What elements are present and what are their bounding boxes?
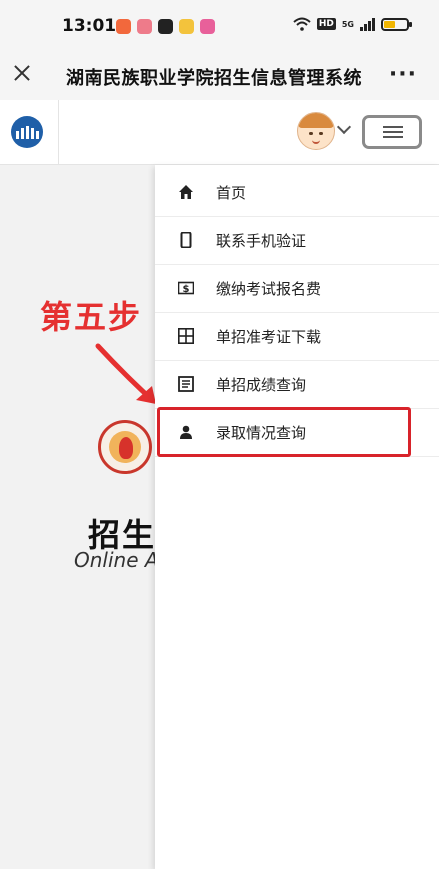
menu-item-label: 单招准考证下载: [216, 328, 322, 346]
menu-item-pay-fee[interactable]: $ 缴纳考试报名费: [155, 265, 439, 313]
menu-item-label: 单招成绩查询: [216, 376, 307, 394]
header-divider: [58, 100, 59, 164]
site-header: [0, 100, 439, 165]
dollar-icon: $: [178, 281, 194, 295]
chevron-down-icon[interactable]: [336, 119, 352, 135]
close-icon[interactable]: [10, 61, 34, 85]
notification-app-icon-5: [200, 19, 215, 34]
home-icon: [179, 185, 193, 199]
notification-app-icon-3: [158, 19, 173, 34]
signal-icon: [360, 17, 375, 31]
menu-toggle-button[interactable]: [362, 115, 422, 149]
more-options-button[interactable]: ···: [389, 62, 417, 87]
title-bar: 湖南民族职业学院招生信息管理系统 ···: [0, 50, 439, 100]
menu-item-label: 联系手机验证: [216, 232, 307, 250]
menu-item-label: 首页: [216, 184, 247, 202]
svg-text:$: $: [183, 284, 190, 295]
menu-item-home[interactable]: 首页: [155, 169, 439, 217]
phone-icon: [180, 232, 192, 248]
page-title: 湖南民族职业学院招生信息管理系统: [66, 68, 362, 89]
notification-app-icon-1: [116, 19, 131, 34]
menu-item-phone-verify[interactable]: 联系手机验证: [155, 217, 439, 265]
menu-item-admission-query[interactable]: 录取情况查询: [155, 407, 439, 457]
menu-item-label: 缴纳考试报名费: [216, 280, 322, 298]
user-avatar[interactable]: [297, 112, 335, 150]
status-time: 13:01: [62, 16, 117, 36]
network-type-label: 5G: [341, 19, 354, 29]
wifi-icon: [293, 17, 311, 31]
menu-item-score-query[interactable]: 单招成绩查询: [155, 361, 439, 409]
step-annotation: 第五步: [40, 298, 143, 336]
school-emblem-icon: [98, 420, 152, 474]
notification-app-icon-2: [137, 19, 152, 34]
menu-item-label: 录取情况查询: [216, 424, 307, 442]
school-logo-icon[interactable]: [11, 116, 43, 148]
background-page-subtitle: Online A: [74, 548, 159, 572]
document-icon: [178, 376, 194, 392]
notification-app-icon-4: [179, 19, 194, 34]
navigation-dropdown: 首页 联系手机验证 $ 缴纳考试报名费 单招准考证下载 单招成绩查询 录取情况查…: [155, 165, 439, 869]
status-bar: 13:01 HD 5G: [0, 0, 439, 50]
person-icon: [180, 425, 192, 439]
hd-badge: HD: [316, 18, 336, 30]
battery-icon: [381, 17, 412, 31]
grid-icon: [178, 328, 194, 344]
menu-item-admission-ticket[interactable]: 单招准考证下载: [155, 313, 439, 361]
system-icons: HD 5G: [293, 17, 412, 31]
